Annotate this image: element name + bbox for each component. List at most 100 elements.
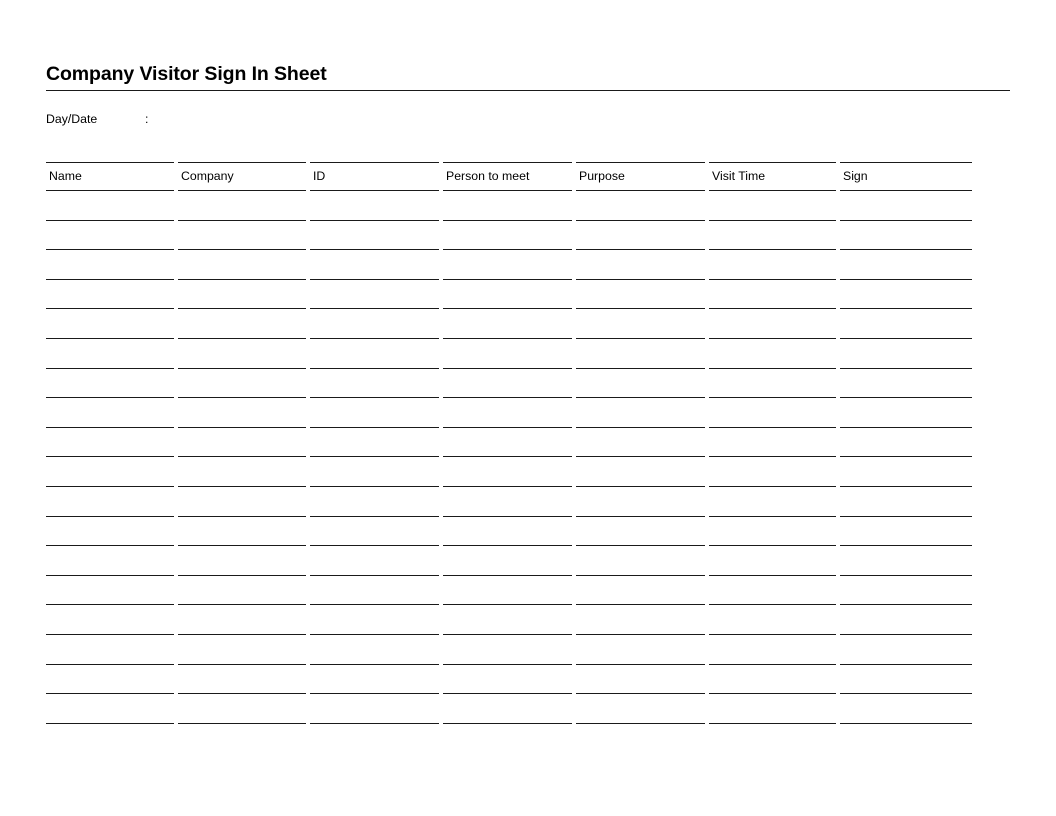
table-cell-input[interactable] bbox=[840, 665, 972, 694]
table-cell-input[interactable] bbox=[46, 665, 174, 694]
table-cell-input[interactable] bbox=[709, 250, 836, 279]
table-cell-input[interactable] bbox=[576, 339, 705, 368]
table-cell-input[interactable] bbox=[576, 191, 705, 220]
table-cell-input[interactable] bbox=[709, 517, 836, 546]
table-cell-input[interactable] bbox=[709, 605, 836, 634]
table-cell-input[interactable] bbox=[443, 221, 572, 250]
table-cell-input[interactable] bbox=[709, 694, 836, 723]
table-cell-input[interactable] bbox=[443, 517, 572, 546]
table-cell-input[interactable] bbox=[709, 339, 836, 368]
table-cell-input[interactable] bbox=[178, 280, 306, 309]
table-cell-input[interactable] bbox=[310, 605, 439, 634]
table-cell-input[interactable] bbox=[310, 221, 439, 250]
table-cell-input[interactable] bbox=[443, 457, 572, 486]
table-cell-input[interactable] bbox=[840, 487, 972, 516]
table-cell-input[interactable] bbox=[576, 605, 705, 634]
table-cell-input[interactable] bbox=[840, 457, 972, 486]
table-cell-input[interactable] bbox=[840, 280, 972, 309]
table-cell-input[interactable] bbox=[46, 339, 174, 368]
table-cell-input[interactable] bbox=[709, 457, 836, 486]
table-cell-input[interactable] bbox=[840, 221, 972, 250]
table-cell-input[interactable] bbox=[840, 398, 972, 427]
table-cell-input[interactable] bbox=[443, 250, 572, 279]
table-cell-input[interactable] bbox=[709, 428, 836, 457]
table-cell-input[interactable] bbox=[443, 665, 572, 694]
table-cell-input[interactable] bbox=[178, 250, 306, 279]
table-cell-input[interactable] bbox=[46, 635, 174, 664]
table-cell-input[interactable] bbox=[709, 369, 836, 398]
table-cell-input[interactable] bbox=[178, 221, 306, 250]
table-cell-input[interactable] bbox=[709, 576, 836, 605]
table-cell-input[interactable] bbox=[709, 280, 836, 309]
table-cell-input[interactable] bbox=[46, 309, 174, 338]
table-cell-input[interactable] bbox=[310, 191, 439, 220]
table-cell-input[interactable] bbox=[840, 694, 972, 723]
table-cell-input[interactable] bbox=[178, 487, 306, 516]
table-cell-input[interactable] bbox=[840, 339, 972, 368]
table-cell-input[interactable] bbox=[310, 576, 439, 605]
table-cell-input[interactable] bbox=[443, 191, 572, 220]
table-cell-input[interactable] bbox=[576, 221, 705, 250]
table-cell-input[interactable] bbox=[310, 280, 439, 309]
table-cell-input[interactable] bbox=[840, 191, 972, 220]
table-cell-input[interactable] bbox=[46, 457, 174, 486]
table-cell-input[interactable] bbox=[46, 250, 174, 279]
table-cell-input[interactable] bbox=[576, 665, 705, 694]
table-cell-input[interactable] bbox=[46, 428, 174, 457]
table-cell-input[interactable] bbox=[310, 546, 439, 575]
table-cell-input[interactable] bbox=[46, 398, 174, 427]
table-cell-input[interactable] bbox=[709, 546, 836, 575]
table-cell-input[interactable] bbox=[310, 635, 439, 664]
table-cell-input[interactable] bbox=[310, 369, 439, 398]
table-cell-input[interactable] bbox=[709, 191, 836, 220]
table-cell-input[interactable] bbox=[178, 309, 306, 338]
table-cell-input[interactable] bbox=[576, 576, 705, 605]
table-cell-input[interactable] bbox=[709, 221, 836, 250]
table-cell-input[interactable] bbox=[178, 694, 306, 723]
table-cell-input[interactable] bbox=[443, 369, 572, 398]
table-cell-input[interactable] bbox=[46, 369, 174, 398]
table-cell-input[interactable] bbox=[178, 457, 306, 486]
table-cell-input[interactable] bbox=[178, 635, 306, 664]
table-cell-input[interactable] bbox=[576, 280, 705, 309]
table-cell-input[interactable] bbox=[310, 309, 439, 338]
table-cell-input[interactable] bbox=[840, 428, 972, 457]
table-cell-input[interactable] bbox=[46, 546, 174, 575]
table-cell-input[interactable] bbox=[443, 339, 572, 368]
table-cell-input[interactable] bbox=[709, 309, 836, 338]
table-cell-input[interactable] bbox=[178, 398, 306, 427]
table-cell-input[interactable] bbox=[840, 546, 972, 575]
table-cell-input[interactable] bbox=[576, 694, 705, 723]
table-cell-input[interactable] bbox=[178, 576, 306, 605]
table-cell-input[interactable] bbox=[443, 309, 572, 338]
table-cell-input[interactable] bbox=[46, 694, 174, 723]
table-cell-input[interactable] bbox=[576, 635, 705, 664]
table-cell-input[interactable] bbox=[46, 487, 174, 516]
table-cell-input[interactable] bbox=[576, 517, 705, 546]
table-cell-input[interactable] bbox=[46, 605, 174, 634]
table-cell-input[interactable] bbox=[840, 517, 972, 546]
table-cell-input[interactable] bbox=[46, 517, 174, 546]
table-cell-input[interactable] bbox=[310, 250, 439, 279]
table-cell-input[interactable] bbox=[576, 457, 705, 486]
table-cell-input[interactable] bbox=[443, 280, 572, 309]
table-cell-input[interactable] bbox=[310, 665, 439, 694]
table-cell-input[interactable] bbox=[576, 309, 705, 338]
table-cell-input[interactable] bbox=[310, 398, 439, 427]
table-cell-input[interactable] bbox=[709, 398, 836, 427]
table-cell-input[interactable] bbox=[840, 309, 972, 338]
table-cell-input[interactable] bbox=[576, 546, 705, 575]
table-cell-input[interactable] bbox=[709, 635, 836, 664]
table-cell-input[interactable] bbox=[310, 339, 439, 368]
table-cell-input[interactable] bbox=[443, 546, 572, 575]
table-cell-input[interactable] bbox=[46, 221, 174, 250]
table-cell-input[interactable] bbox=[840, 635, 972, 664]
table-cell-input[interactable] bbox=[443, 398, 572, 427]
table-cell-input[interactable] bbox=[310, 694, 439, 723]
table-cell-input[interactable] bbox=[576, 250, 705, 279]
table-cell-input[interactable] bbox=[840, 250, 972, 279]
table-cell-input[interactable] bbox=[443, 694, 572, 723]
table-cell-input[interactable] bbox=[178, 605, 306, 634]
table-cell-input[interactable] bbox=[310, 457, 439, 486]
table-cell-input[interactable] bbox=[178, 369, 306, 398]
